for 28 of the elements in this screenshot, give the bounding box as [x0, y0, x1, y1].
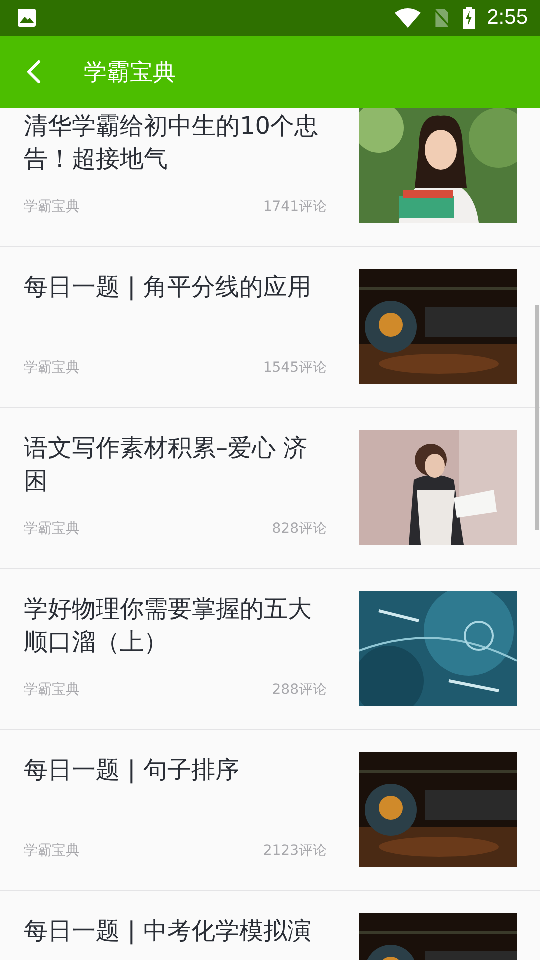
article-item[interactable]: 每日一题 | 中考化学模拟演	[0, 891, 540, 960]
article-title: 每日一题 | 中考化学模拟演	[24, 916, 312, 947]
article-source: 学霸宝典	[24, 198, 80, 216]
article-title: 学好物理你需要掌握的五大顺口溜（上）	[24, 594, 313, 658]
article-title: 每日一题 | 句子排序	[24, 755, 240, 786]
comment-count: 828评论	[272, 520, 327, 538]
article-item[interactable]: 每日一题 | 角平分线的应用 学霸宝典 1545评论	[0, 247, 540, 408]
article-title: 语文写作素材积累–爱心 济困	[24, 433, 309, 497]
comment-count: 2123评论	[263, 842, 327, 860]
status-time: 2:55	[487, 6, 528, 30]
article-source: 学霸宝典	[24, 842, 80, 860]
image-icon	[17, 8, 37, 28]
article-source: 学霸宝典	[24, 359, 80, 377]
comment-count: 1741评论	[263, 198, 327, 216]
article-source: 学霸宝典	[24, 520, 80, 538]
no-sim-icon	[433, 8, 452, 28]
comment-count: 288评论	[272, 681, 327, 699]
article-title: 清华学霸给初中生的10个忠告！超接地气	[24, 111, 320, 175]
article-item[interactable]: 语文写作素材积累–爱心 济困 学霸宝典 828评论	[0, 408, 540, 569]
page-title: 学霸宝典	[84, 58, 176, 88]
article-source: 学霸宝典	[24, 681, 80, 699]
article-item[interactable]: 清华学霸给初中生的10个忠告！超接地气 学霸宝典 1741评论	[0, 108, 540, 247]
wifi-icon	[395, 8, 422, 28]
article-title: 每日一题 | 角平分线的应用	[24, 272, 312, 303]
article-item[interactable]: 每日一题 | 句子排序 学霸宝典 2123评论	[0, 730, 540, 891]
battery-icon	[463, 7, 476, 29]
comment-count: 1545评论	[263, 359, 327, 377]
article-item[interactable]: 学好物理你需要掌握的五大顺口溜（上） 学霸宝典 288评论	[0, 569, 540, 730]
